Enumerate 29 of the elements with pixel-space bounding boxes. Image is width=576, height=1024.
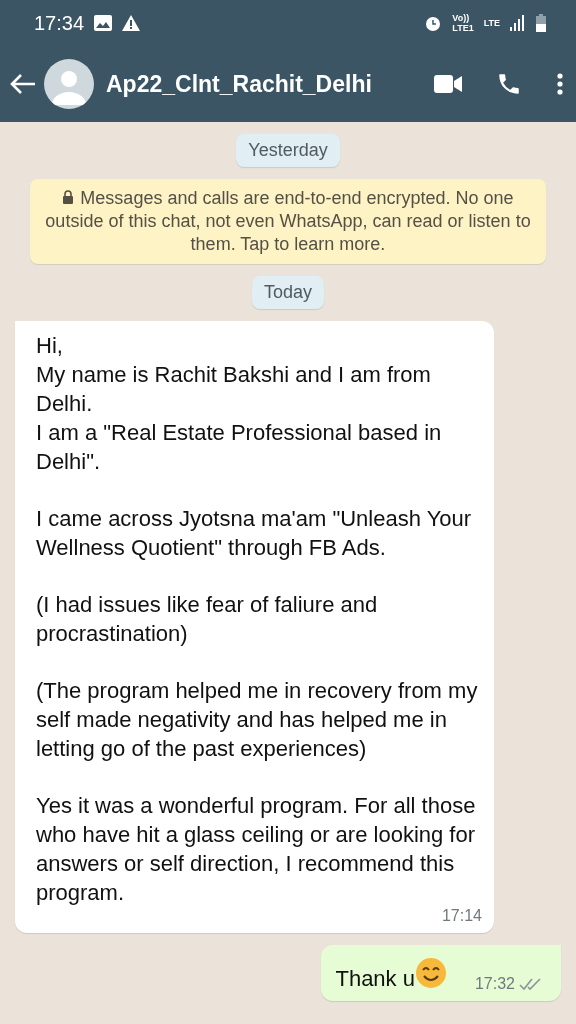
menu-button[interactable] xyxy=(556,72,564,96)
image-icon xyxy=(94,15,113,31)
volte-label: Vo)) xyxy=(452,13,471,23)
outgoing-message-bubble[interactable]: Thank u 17:32 xyxy=(321,945,561,1001)
message-time: 17:32 xyxy=(474,975,515,993)
message-text: I came across Jyotsna ma'am "Unleash Your Wellness Quotient" through FB Ads. xyxy=(36,505,473,562)
voice-call-button[interactable] xyxy=(496,71,522,97)
date-chip: Today xyxy=(251,276,324,309)
date-chip: Yesterday xyxy=(236,134,340,167)
battery-icon xyxy=(536,14,546,32)
message-text: Thank u xyxy=(335,965,415,993)
alarm-clock-icon xyxy=(424,14,443,32)
network-label: LTE xyxy=(483,18,500,28)
back-button[interactable] xyxy=(10,73,36,95)
sim-label: LTE1 xyxy=(452,23,474,33)
warning-icon xyxy=(122,15,141,31)
message-time: 17:14 xyxy=(441,907,482,925)
lock-icon xyxy=(62,190,75,204)
encryption-notice[interactable]: Messages and calls are end-to-end encrypted. No one outside of this chat, not even WhatsApp, can read or listen to them. Tap to learn more. xyxy=(30,179,546,264)
message-text: Yes it was a wonderful program. For all those who have hit a glass ceiling or are looking for answers or self direction, I recommend this program. xyxy=(36,792,477,907)
message-text: (The program helped me in recovery from my self made negativity and has helped me in letting go of the past experiences) xyxy=(36,677,479,763)
signal-icon xyxy=(510,15,526,31)
video-call-button[interactable] xyxy=(434,75,462,93)
message-text: Hi, My name is Rachit Bakshi and I am from Delhi. I am a "Real Estate Professional based in Delhi". xyxy=(36,332,443,476)
contact-name[interactable]: Ap22_Clnt_Rachit_Delhi xyxy=(106,70,400,98)
contact-avatar[interactable] xyxy=(44,59,94,109)
status-time: 17:34 xyxy=(34,11,85,35)
incoming-message-bubble[interactable] xyxy=(15,321,494,933)
message-text: (I had issues like fear of faliure and procrastination) xyxy=(36,591,379,648)
